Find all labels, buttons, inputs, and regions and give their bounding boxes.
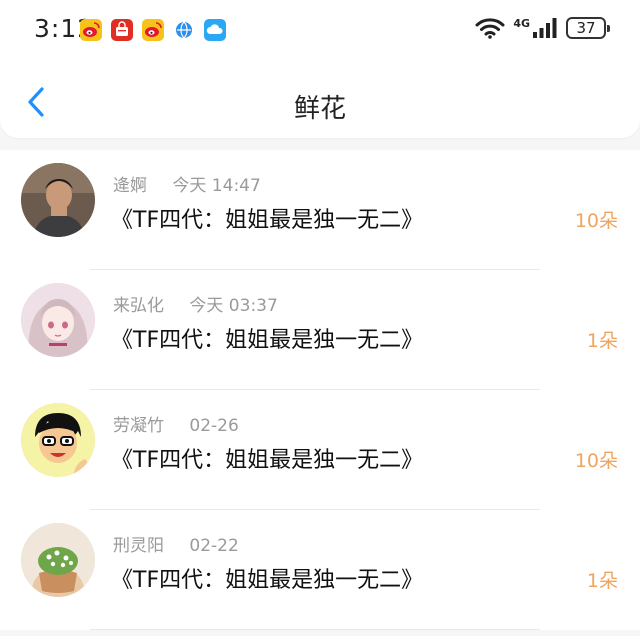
sender-name: 刑灵阳: [113, 536, 164, 556]
signal-icon: [533, 18, 557, 38]
flower-count: 1朵: [586, 330, 618, 352]
work-title: 《TF四代：姐姐最是独一无二》: [111, 448, 424, 473]
sender-name: 劳凝竹: [113, 416, 164, 436]
notification-icons: [80, 19, 226, 41]
avatar[interactable]: [21, 283, 95, 357]
record-time: 今天 03:37: [189, 296, 278, 316]
flower-count: 10朵: [574, 210, 618, 232]
battery-level: 37: [576, 19, 596, 37]
list-item[interactable]: 逄婀 今天 14:47 《TF四代：姐姐最是独一无二》 10朵: [0, 150, 640, 270]
cloud-icon: [204, 19, 226, 41]
wifi-icon: [475, 18, 505, 39]
record-time: 02-26: [189, 416, 239, 436]
system-icons: 4G 37: [475, 16, 610, 39]
work-title: 《TF四代：姐姐最是独一无二》: [111, 208, 424, 233]
nav-bar: 鲜花: [0, 62, 640, 138]
avatar[interactable]: [21, 523, 95, 597]
work-title: 《TF四代：姐姐最是独一无二》: [111, 568, 424, 593]
record-time: 今天 14:47: [172, 176, 261, 196]
status-bar: 3:12 4G 37: [0, 0, 640, 62]
header-card: 3:12 4G 37 鲜花: [0, 0, 640, 138]
avatar[interactable]: [21, 163, 95, 237]
record-meta: 劳凝竹 02-26: [113, 411, 239, 436]
record-meta: 逄婀 今天 14:47: [113, 171, 261, 196]
browser-icon: [173, 19, 195, 41]
record-meta: 来弘化 今天 03:37: [113, 291, 278, 316]
list-item[interactable]: 劳凝竹 02-26 《TF四代：姐姐最是独一无二》 10朵: [0, 390, 640, 510]
battery-icon: 37: [566, 17, 610, 39]
weibo-icon: [142, 19, 164, 41]
divider: [90, 629, 540, 630]
record-meta: 刑灵阳 02-22: [113, 531, 239, 556]
work-title: 《TF四代：姐姐最是独一无二》: [111, 328, 424, 353]
page-title: 鲜花: [293, 94, 346, 124]
record-time: 02-22: [189, 536, 239, 556]
flower-record-list: 逄婀 今天 14:47 《TF四代：姐姐最是独一无二》 10朵 来弘化 今天 0…: [0, 150, 640, 630]
pinduoduo-icon: [111, 19, 133, 41]
weibo-icon: [80, 19, 102, 41]
flower-count: 10朵: [574, 450, 618, 472]
network-type: 4G: [513, 16, 530, 30]
sender-name: 来弘化: [113, 296, 164, 316]
avatar[interactable]: [21, 403, 95, 477]
list-item[interactable]: 来弘化 今天 03:37 《TF四代：姐姐最是独一无二》 1朵: [0, 270, 640, 390]
sender-name: 逄婀: [113, 176, 147, 196]
flowers-screen: 3:12 4G 37 鲜花 逄婀 今天 14:47 《TF四代：姐姐最是独一无二…: [0, 0, 640, 636]
flower-count: 1朵: [586, 570, 618, 592]
list-item[interactable]: 刑灵阳 02-22 《TF四代：姐姐最是独一无二》 1朵: [0, 510, 640, 630]
